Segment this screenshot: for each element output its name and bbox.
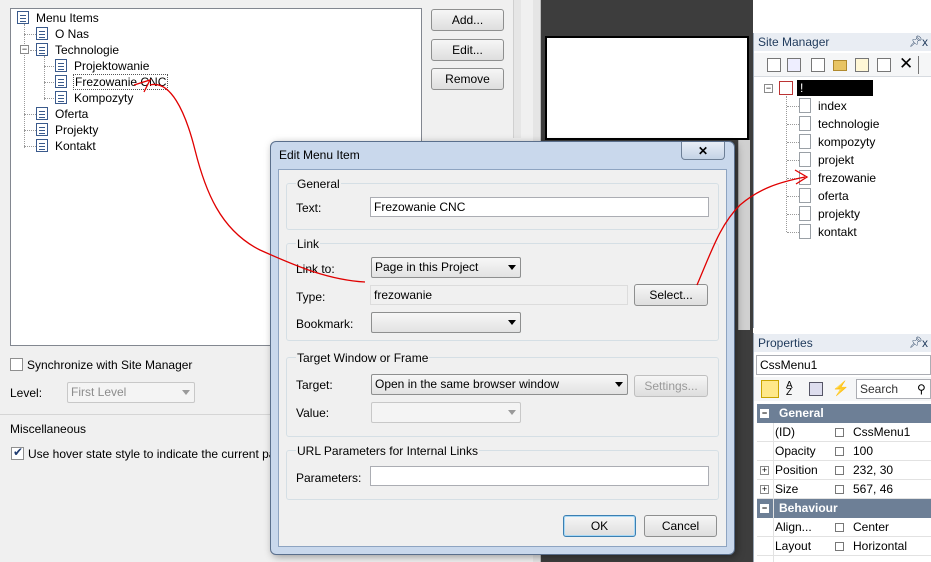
- annotation-arrow-tree-to-link: [149, 83, 366, 283]
- annotation-arrowhead: [133, 78, 152, 93]
- annotation-arrowhead: [794, 169, 809, 185]
- annotation-arrow-select-to-page: [696, 176, 806, 286]
- annotation-overlay: [133, 78, 809, 286]
